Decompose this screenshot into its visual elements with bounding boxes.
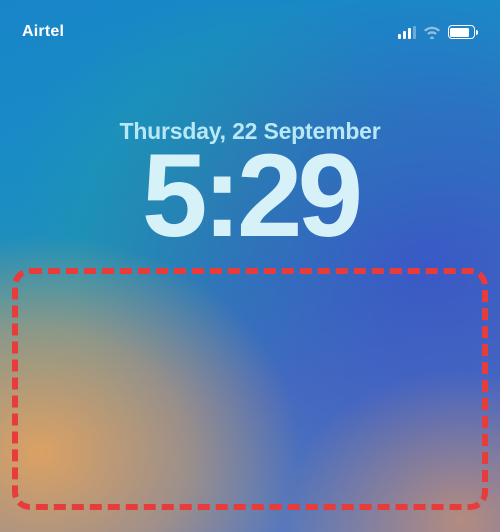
lock-screen-content: Thursday, 22 September 5:29 bbox=[0, 118, 500, 255]
status-bar: Airtel bbox=[0, 0, 500, 50]
status-icons bbox=[398, 25, 479, 39]
wifi-icon bbox=[423, 25, 441, 39]
carrier-label: Airtel bbox=[22, 23, 64, 41]
annotation-highlight-box bbox=[12, 268, 488, 510]
lock-screen-time: 5:29 bbox=[0, 137, 500, 255]
battery-icon bbox=[448, 25, 479, 39]
cellular-signal-icon bbox=[398, 26, 416, 39]
